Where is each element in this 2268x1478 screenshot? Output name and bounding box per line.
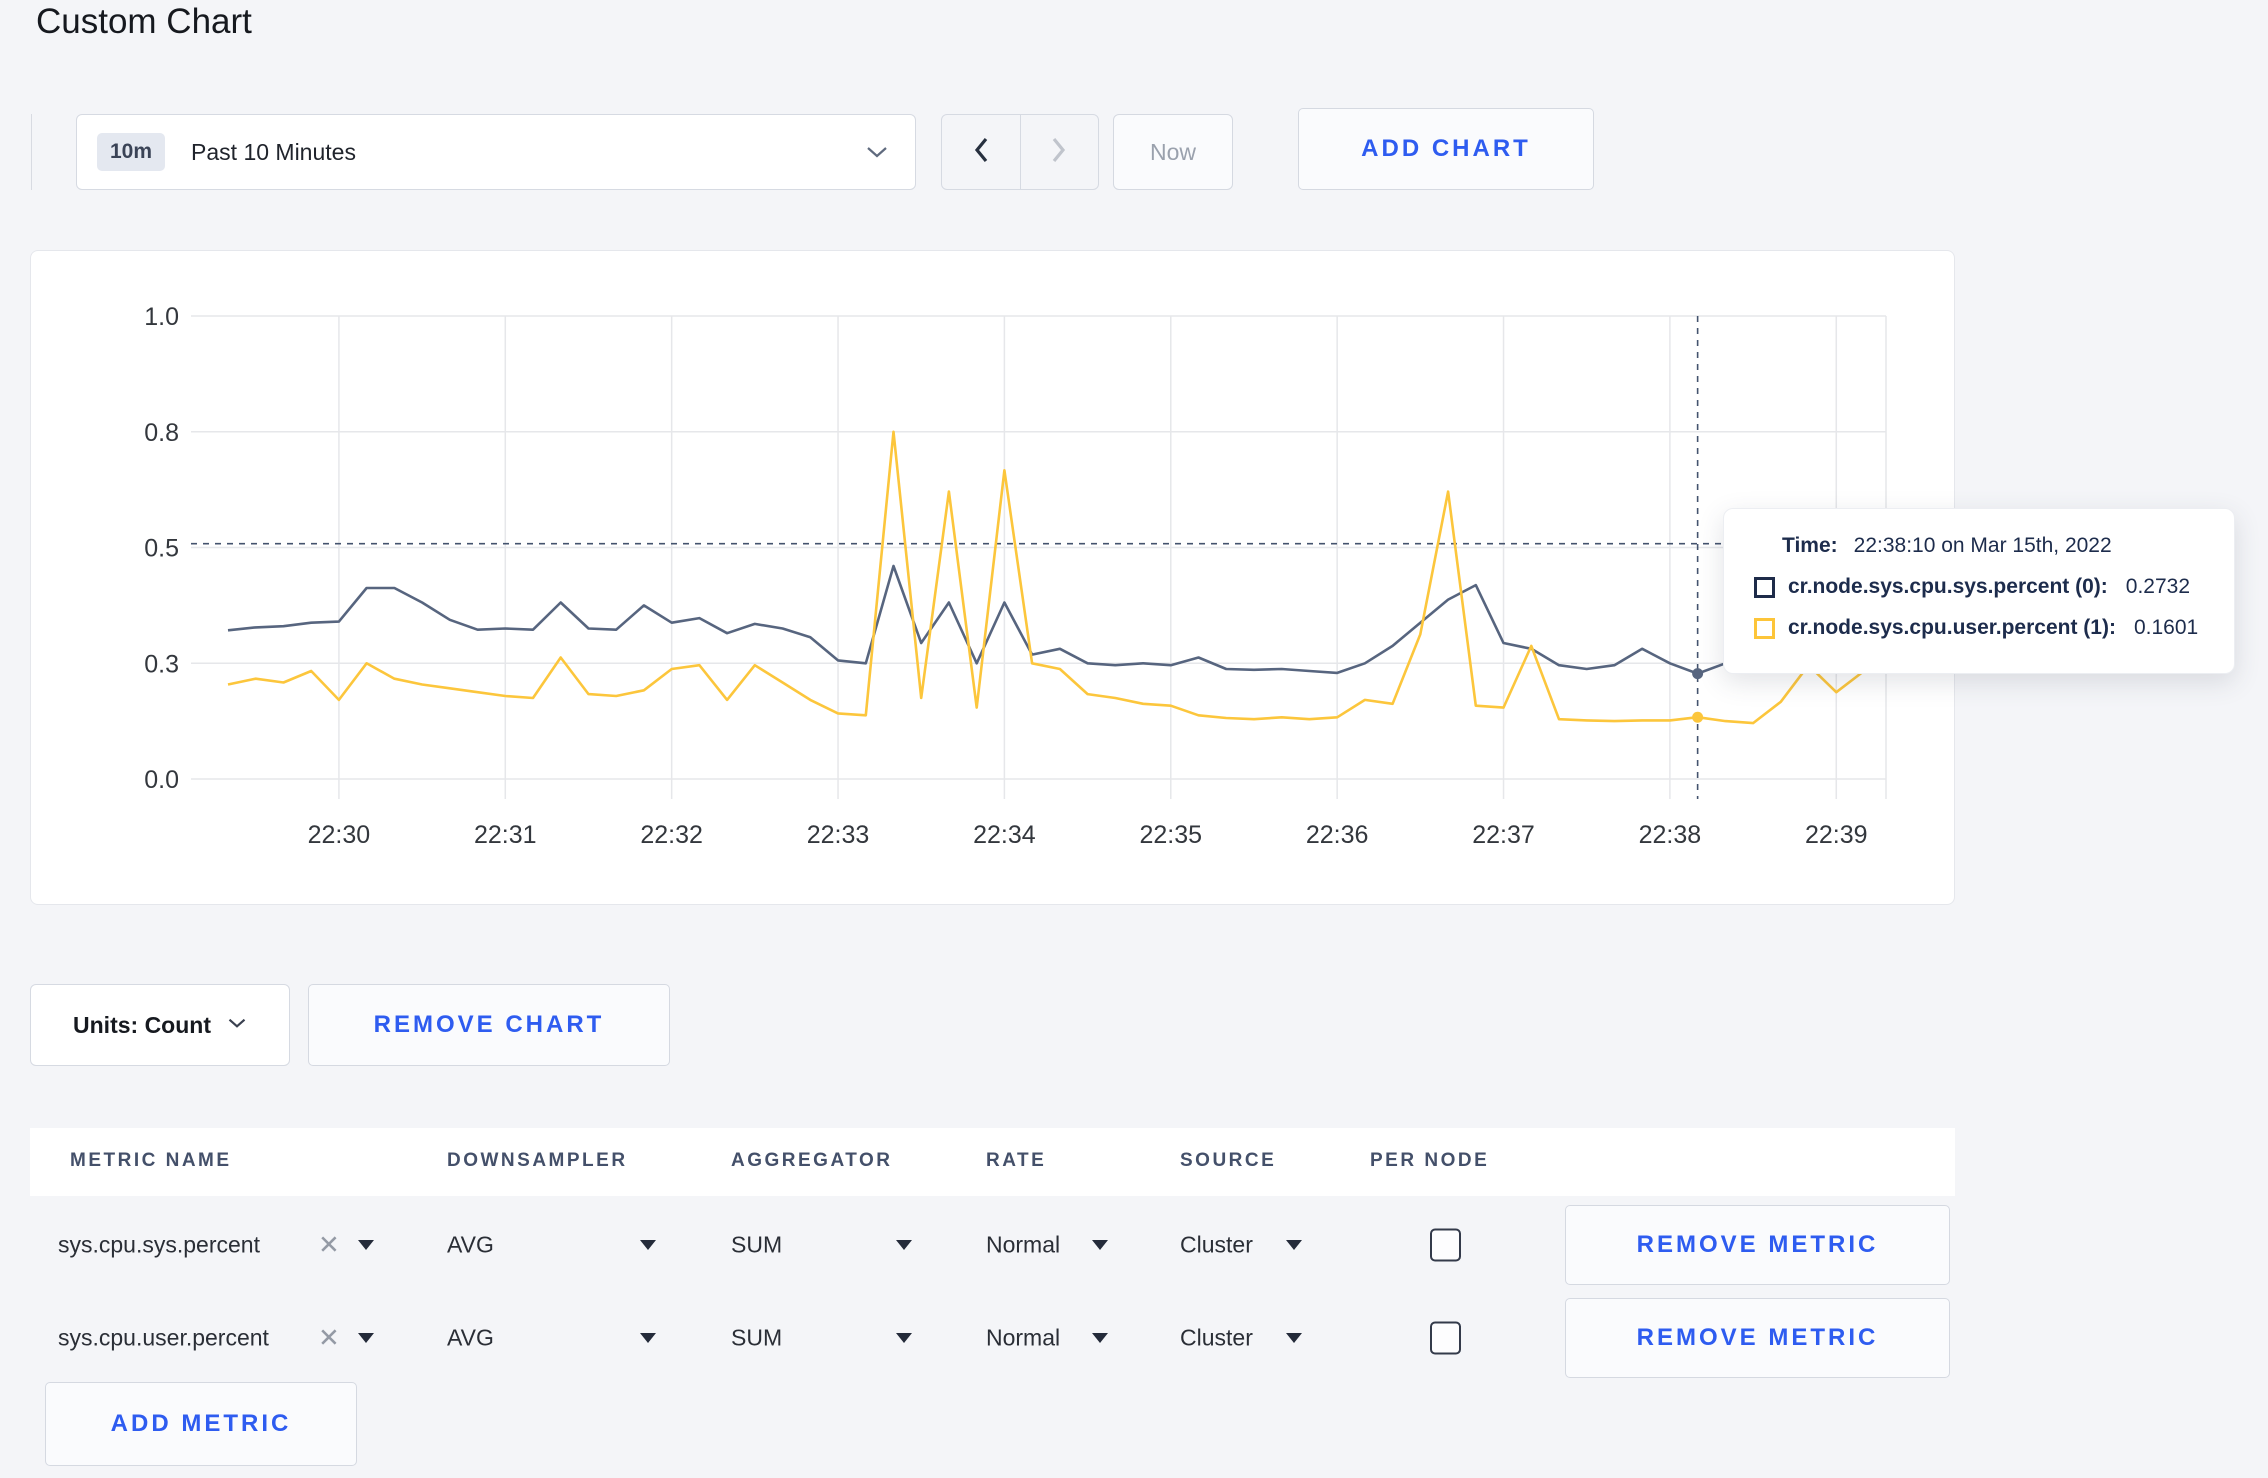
metric-table-row: sys.cpu.user.percent ✕ AVG SUM Normal Cl… [30, 1292, 1955, 1384]
series-value: 0.2732 [2125, 575, 2191, 598]
rate-value[interactable]: Normal [986, 1232, 1060, 1259]
chart-tooltip: Time: 22:38:10 on Mar 15th, 2022 cr.node.… [1723, 508, 2235, 674]
svg-text:22:30: 22:30 [308, 821, 371, 849]
add-chart-button[interactable]: ADD CHART [1298, 108, 1594, 190]
tooltip-series-row: cr.node.sys.cpu.sys.percent (0): 0.2732 [1754, 575, 2234, 599]
clear-metric-icon[interactable]: ✕ [318, 1230, 340, 1261]
remove-chart-button[interactable]: REMOVE CHART [308, 984, 670, 1066]
add-metric-button[interactable]: ADD METRIC [45, 1382, 357, 1466]
aggregator-caret-icon[interactable] [896, 1333, 912, 1343]
time-range-select[interactable]: 10m Past 10 Minutes [76, 114, 916, 190]
rate-caret-icon[interactable] [1092, 1333, 1108, 1343]
now-button[interactable]: Now [1113, 114, 1233, 190]
col-header-aggregator: AGGREGATOR [731, 1150, 893, 1171]
remove-metric-button[interactable]: REMOVE METRIC [1565, 1205, 1950, 1285]
downsampler-value[interactable]: AVG [447, 1232, 494, 1259]
svg-text:0.3: 0.3 [144, 650, 179, 678]
metrics-table-header: METRIC NAME DOWNSAMPLER AGGREGATOR RATE … [30, 1128, 1955, 1196]
custom-chart-page: Custom Chart 10m Past 10 Minutes Now ADD… [0, 0, 2268, 1478]
series-value: 0.1601 [2133, 616, 2199, 639]
source-value[interactable]: Cluster [1180, 1325, 1253, 1352]
svg-text:1.0: 1.0 [144, 303, 179, 331]
rate-caret-icon[interactable] [1092, 1240, 1108, 1250]
downsampler-caret-icon[interactable] [640, 1240, 656, 1250]
aggregator-value[interactable]: SUM [731, 1232, 782, 1259]
svg-text:22:31: 22:31 [474, 821, 537, 849]
metric-name-value[interactable]: sys.cpu.user.percent [58, 1325, 269, 1352]
series-name: cr.node.sys.cpu.sys.percent (0): [1788, 575, 2108, 598]
col-header-downsampler: DOWNSAMPLER [447, 1150, 628, 1171]
chevron-left-icon [972, 136, 990, 169]
remove-metric-button[interactable]: REMOVE METRIC [1565, 1298, 1950, 1378]
downsampler-value[interactable]: AVG [447, 1325, 494, 1352]
page-title: Custom Chart [36, 2, 252, 41]
chart-plot[interactable]: 0.0 0.3 0.5 0.8 1.0 22:30 22:31 22:32 22:33 22:34… [31, 251, 1954, 904]
per-node-checkbox[interactable] [1430, 1228, 1461, 1262]
col-header-metric-name: METRIC NAME [70, 1150, 232, 1171]
col-header-per-node: PER NODE [1370, 1150, 1490, 1171]
aggregator-caret-icon[interactable] [896, 1240, 912, 1250]
svg-text:22:37: 22:37 [1472, 821, 1535, 849]
svg-text:22:38: 22:38 [1639, 821, 1702, 849]
tooltip-time-label: Time: [1782, 534, 1838, 557]
svg-text:0.0: 0.0 [144, 766, 179, 794]
chevron-down-icon [227, 1016, 247, 1034]
svg-text:22:34: 22:34 [973, 821, 1036, 849]
series-swatch-icon [1754, 617, 1775, 639]
svg-text:22:32: 22:32 [640, 821, 703, 849]
next-time-button[interactable] [1019, 115, 1099, 189]
metric-dropdown-caret-icon[interactable] [358, 1240, 374, 1250]
aggregator-value[interactable]: SUM [731, 1325, 782, 1352]
units-label: Units: Count [73, 1011, 211, 1038]
series-swatch-icon [1754, 576, 1775, 598]
svg-text:22:39: 22:39 [1805, 821, 1868, 849]
time-pager [941, 114, 1099, 190]
chart-card: 0.0 0.3 0.5 0.8 1.0 22:30 22:31 22:32 22:33 22:34… [30, 250, 1955, 905]
metric-name-value[interactable]: sys.cpu.sys.percent [58, 1232, 260, 1259]
col-header-rate: RATE [986, 1150, 1047, 1171]
metric-table-row: sys.cpu.sys.percent ✕ AVG SUM Normal Clu… [30, 1199, 1955, 1291]
tooltip-time: Time: 22:38:10 on Mar 15th, 2022 [1782, 534, 2234, 558]
tooltip-time-value: 22:38:10 on Mar 15th, 2022 [1853, 534, 2112, 557]
col-header-source: SOURCE [1180, 1150, 1277, 1171]
svg-text:0.8: 0.8 [144, 419, 179, 447]
metric-dropdown-caret-icon[interactable] [358, 1333, 374, 1343]
tooltip-series-list: cr.node.sys.cpu.sys.percent (0): 0.2732 … [1724, 575, 2234, 640]
svg-text:22:36: 22:36 [1306, 821, 1369, 849]
prev-time-button[interactable] [942, 115, 1020, 189]
svg-text:0.5: 0.5 [144, 535, 179, 563]
time-range-badge: 10m [97, 133, 166, 171]
chevron-down-icon [865, 145, 889, 159]
source-caret-icon[interactable] [1286, 1333, 1302, 1343]
time-range-label: Past 10 Minutes [191, 138, 356, 165]
downsampler-caret-icon[interactable] [640, 1333, 656, 1343]
tooltip-series-row: cr.node.sys.cpu.user.percent (1): 0.1601 [1754, 616, 2234, 640]
per-node-checkbox[interactable] [1430, 1321, 1461, 1355]
rate-value[interactable]: Normal [986, 1325, 1060, 1352]
source-caret-icon[interactable] [1286, 1240, 1302, 1250]
series-name: cr.node.sys.cpu.user.percent (1): [1788, 616, 2116, 639]
clear-metric-icon[interactable]: ✕ [318, 1323, 340, 1354]
svg-text:22:33: 22:33 [807, 821, 870, 849]
chevron-right-icon [1050, 136, 1068, 169]
toolbar-divider [31, 114, 32, 190]
units-select[interactable]: Units: Count [30, 984, 290, 1066]
source-value[interactable]: Cluster [1180, 1232, 1253, 1259]
svg-text:22:35: 22:35 [1139, 821, 1202, 849]
